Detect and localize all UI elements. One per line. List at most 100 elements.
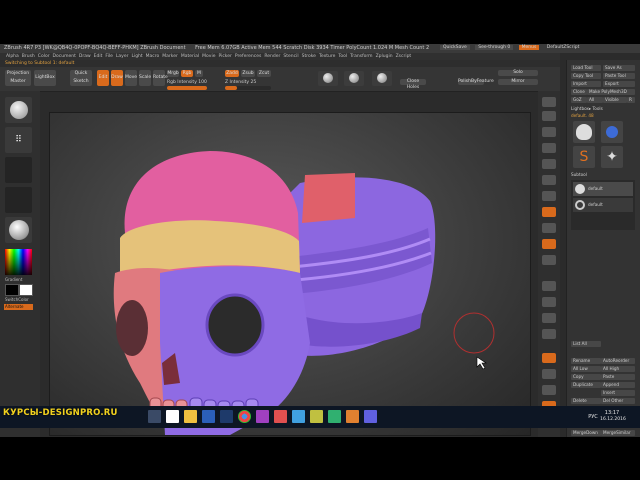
subtool-item-2[interactable]: default	[573, 198, 633, 212]
mirror-button[interactable]: Mirror	[498, 79, 538, 85]
shelf-actual[interactable]	[542, 159, 556, 169]
paste-button[interactable]: Paste	[601, 374, 635, 380]
app-taskbar-icon-4[interactable]	[310, 410, 323, 423]
quicksave-button[interactable]: QuickSave	[440, 45, 470, 50]
shelf-scroll[interactable]	[542, 127, 556, 137]
alpha-thumbnail[interactable]	[5, 157, 32, 183]
menu-marker[interactable]: Marker	[162, 54, 178, 59]
menu-color[interactable]: Color	[38, 54, 50, 59]
menu-movie[interactable]: Movie	[202, 54, 215, 59]
shelf-polyf[interactable]	[542, 353, 556, 363]
menu-edit[interactable]: Edit	[94, 54, 103, 59]
zcut-button[interactable]: Zcut	[257, 70, 271, 77]
tool-thumb-default[interactable]	[573, 121, 595, 143]
make-polymesh-button[interactable]: Make PolyMesh3D	[587, 89, 635, 95]
menu-texture[interactable]: Texture	[319, 54, 335, 59]
all-low-button[interactable]: All Low	[571, 366, 601, 372]
menu-transform[interactable]: Transform	[350, 54, 372, 59]
m-button[interactable]: M	[195, 70, 203, 77]
shelf-frame[interactable]	[542, 281, 556, 291]
list-all-button[interactable]: List All	[571, 341, 601, 347]
lightbox-tools-label[interactable]: Lightbox▸ Tools	[571, 106, 638, 112]
default-zscript-button[interactable]: DefaultZScript	[545, 45, 582, 50]
brush-thumbnail[interactable]	[5, 97, 32, 123]
menu-layer[interactable]: Layer	[116, 54, 129, 59]
main-color-swatch[interactable]	[19, 284, 33, 296]
clone-button[interactable]: Clone	[571, 89, 587, 95]
duplicate-button[interactable]: Duplicate	[571, 382, 601, 388]
app-taskbar-icon-1[interactable]	[256, 410, 269, 423]
shelf-lsym[interactable]	[542, 239, 556, 249]
solo-button[interactable]: Solo	[498, 70, 538, 76]
menu-light[interactable]: Light	[131, 54, 142, 59]
app-taskbar-icon-2[interactable]	[274, 410, 287, 423]
switch-color-label[interactable]: SwitchColor	[5, 297, 29, 302]
menu-picker[interactable]: Picker	[218, 54, 231, 59]
shelf-ghost[interactable]	[542, 385, 556, 395]
menu-alpha[interactable]: Alpha	[6, 54, 19, 59]
shelf-move[interactable]	[542, 297, 556, 307]
move-button[interactable]: Move	[125, 70, 137, 86]
subtool-item-1[interactable]: default	[573, 182, 633, 196]
z-intensity-slider[interactable]	[225, 86, 271, 90]
task-view-icon[interactable]	[148, 410, 161, 423]
insert-button[interactable]: Insert	[601, 390, 635, 396]
menu-preferences[interactable]: Preferences	[235, 54, 261, 59]
append-button[interactable]: Append	[601, 382, 635, 388]
menu-draw[interactable]: Draw	[79, 54, 91, 59]
clay-buildup-brush[interactable]	[344, 71, 364, 86]
menu-render[interactable]: Render	[264, 54, 280, 59]
mrgb-button[interactable]: Mrgb	[167, 70, 179, 77]
close-holes-button[interactable]: Close Holes	[400, 79, 426, 90]
explorer-taskbar-icon[interactable]	[184, 410, 197, 423]
clock-date[interactable]: 16.12.2016	[598, 417, 628, 423]
del-other-button[interactable]: Del Other	[601, 398, 635, 404]
canvas-viewport[interactable]	[49, 112, 531, 436]
move-brush[interactable]	[372, 71, 392, 86]
paste-tool-button[interactable]: Paste Tool	[603, 73, 635, 79]
shelf-xyz[interactable]	[542, 255, 556, 265]
menu-zscript[interactable]: Zscript	[396, 54, 412, 59]
polish-button[interactable]: PolishByFeature	[458, 79, 494, 85]
merge-down-button[interactable]: MergeDown	[571, 430, 601, 436]
texture-thumbnail[interactable]	[5, 187, 32, 213]
chrome-taskbar-icon[interactable]	[238, 410, 251, 423]
tool-thumb-polymesh3d[interactable]: ✦	[601, 146, 623, 168]
delete-button[interactable]: Delete	[571, 398, 601, 404]
menu-zplugin[interactable]: Zplugin	[376, 54, 393, 59]
menu-macro[interactable]: Macro	[146, 54, 160, 59]
skull-ring-model[interactable]	[50, 113, 530, 435]
tool-thumb-cylinder3d[interactable]: S	[573, 146, 595, 168]
menu-brush[interactable]: Brush	[22, 54, 35, 59]
app-taskbar-icon-5[interactable]	[328, 410, 341, 423]
see-through-slider[interactable]: See-through 0	[475, 45, 514, 50]
subtool-label[interactable]: Subtool	[571, 172, 638, 178]
zsub-button[interactable]: Zsub	[241, 70, 255, 77]
shelf-bpr[interactable]	[542, 97, 556, 107]
menus-button[interactable]: Menus	[518, 45, 540, 50]
copy-button[interactable]: Copy	[571, 374, 601, 380]
copy-tool-button[interactable]: Copy Tool	[571, 73, 601, 79]
app-taskbar-icon-6[interactable]	[346, 410, 359, 423]
color-picker[interactable]	[5, 249, 32, 275]
shelf-rotate[interactable]	[542, 329, 556, 339]
merge-similar-button[interactable]: MergeSimilar	[601, 430, 635, 436]
standard-brush[interactable]	[318, 71, 338, 86]
rgb-intensity-slider[interactable]	[167, 86, 207, 90]
zadd-button[interactable]: Zadd	[225, 70, 239, 77]
rename-button[interactable]: Rename	[571, 358, 601, 364]
shelf-persp[interactable]	[542, 191, 556, 201]
menu-file[interactable]: File	[105, 54, 113, 59]
shelf-transp[interactable]	[542, 369, 556, 379]
shelf-scale[interactable]	[542, 313, 556, 323]
r-button[interactable]: R	[627, 97, 635, 103]
shelf-floor[interactable]	[542, 207, 556, 217]
secondary-color-swatch[interactable]	[5, 284, 19, 296]
import-button[interactable]: Import	[571, 81, 601, 87]
lightbox-button[interactable]: LightBox	[34, 70, 56, 86]
all-high-button[interactable]: All High	[601, 366, 635, 372]
alternate-button[interactable]: Alternate	[4, 304, 33, 310]
shelf-spix[interactable]	[542, 111, 556, 121]
shelf-aahalf[interactable]	[542, 175, 556, 185]
goz-button[interactable]: GoZ	[571, 97, 587, 103]
